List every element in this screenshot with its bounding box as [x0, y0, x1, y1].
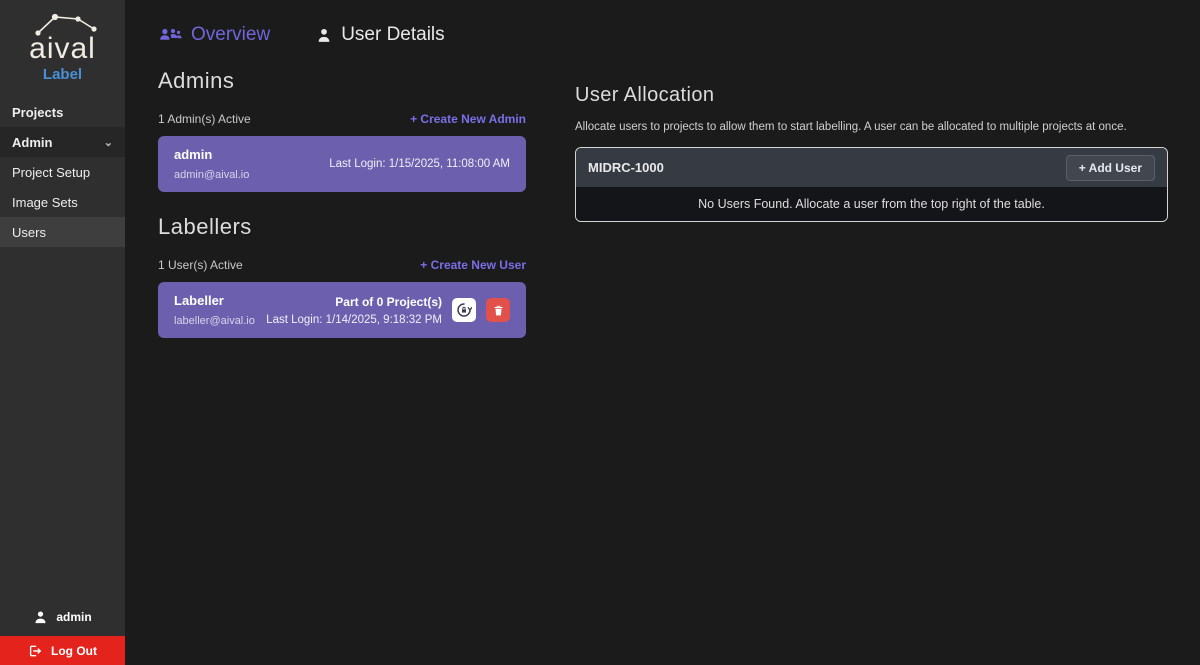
tab-label: User Details — [341, 24, 444, 46]
sidebar: aival Label Projects Admin ⌄ Project Set… — [0, 0, 125, 665]
admins-count: 1 Admin(s) Active — [158, 112, 251, 126]
labeller-last-login: Last Login: 1/14/2025, 9:18:32 PM — [266, 314, 442, 326]
users-column: Admins 1 Admin(s) Active + Create New Ad… — [158, 68, 526, 360]
labellers-title: Labellers — [158, 214, 526, 240]
content-area: Admins 1 Admin(s) Active + Create New Ad… — [158, 68, 1168, 360]
chevron-down-icon: ⌄ — [104, 136, 113, 149]
labeller-name: Labeller — [174, 293, 255, 308]
admins-toolbar: 1 Admin(s) Active + Create New Admin — [158, 112, 526, 126]
sidebar-item-users[interactable]: Users — [0, 217, 125, 247]
delete-user-button[interactable] — [486, 298, 510, 322]
logo-subtitle: Label — [0, 66, 125, 83]
add-user-button[interactable]: + Add User — [1066, 155, 1155, 181]
person-icon — [316, 27, 332, 44]
tab-overview[interactable]: Overview — [158, 24, 270, 46]
admin-email: admin@aival.io — [174, 169, 249, 181]
app-window: aival Label Projects Admin ⌄ Project Set… — [0, 0, 1200, 665]
labeller-identity: Labeller labeller@aival.io — [174, 293, 255, 327]
trash-icon — [492, 304, 505, 317]
allocation-title: User Allocation — [575, 84, 1168, 107]
logout-button[interactable]: Log Out — [0, 636, 125, 665]
people-icon — [158, 26, 182, 44]
allocation-empty-row: No Users Found. Allocate a user from the… — [576, 187, 1167, 221]
reset-password-icon — [456, 302, 472, 318]
sidebar-item-projects[interactable]: Projects — [0, 97, 125, 127]
sidebar-item-admin[interactable]: Admin ⌄ — [0, 127, 125, 157]
sidebar-item-label: Image Sets — [12, 195, 78, 210]
tab-label: Overview — [191, 24, 270, 46]
labeller-projects: Part of 0 Project(s) — [266, 295, 442, 309]
sidebar-item-label: Users — [12, 225, 46, 240]
project-name: MIDRC-1000 — [588, 160, 664, 175]
allocation-panel: User Allocation Allocate users to projec… — [575, 68, 1168, 222]
labeller-email: labeller@aival.io — [174, 315, 255, 327]
admin-last-login: Last Login: 1/15/2025, 11:08:00 AM — [329, 158, 510, 170]
admin-meta: Last Login: 1/15/2025, 11:08:00 AM — [329, 158, 510, 170]
logout-label: Log Out — [51, 644, 97, 658]
current-user: admin — [0, 598, 125, 636]
logo-text: aival — [0, 34, 125, 64]
labeller-meta: Part of 0 Project(s) Last Login: 1/14/20… — [266, 295, 510, 326]
sidebar-item-project-setup[interactable]: Project Setup — [0, 157, 125, 187]
admins-title: Admins — [158, 68, 526, 94]
sidebar-item-image-sets[interactable]: Image Sets — [0, 187, 125, 217]
labellers-toolbar: 1 User(s) Active + Create New User — [158, 258, 526, 272]
sidebar-nav: Projects Admin ⌄ Project Setup Image Set… — [0, 97, 125, 247]
sidebar-item-label: Admin — [12, 135, 52, 150]
sidebar-item-label: Projects — [12, 105, 63, 120]
allocation-description: Allocate users to projects to allow them… — [575, 121, 1168, 133]
admin-name: admin — [174, 147, 249, 162]
person-icon — [33, 610, 48, 625]
logout-icon — [28, 644, 42, 658]
current-user-name: admin — [56, 610, 91, 624]
main-content: Overview User Details Admins 1 Admin(s) … — [125, 0, 1200, 665]
admin-card[interactable]: admin admin@aival.io Last Login: 1/15/20… — [158, 136, 526, 192]
labellers-count: 1 User(s) Active — [158, 258, 243, 272]
create-admin-link[interactable]: + Create New Admin — [410, 112, 526, 126]
reset-password-button[interactable] — [452, 298, 476, 322]
allocation-table: MIDRC-1000 + Add User No Users Found. Al… — [575, 147, 1168, 222]
labeller-card[interactable]: Labeller labeller@aival.io Part of 0 Pro… — [158, 282, 526, 338]
app-logo: aival Label — [0, 0, 125, 83]
allocation-table-header: MIDRC-1000 + Add User — [576, 148, 1167, 187]
create-user-link[interactable]: + Create New User — [420, 258, 526, 272]
tab-user-details[interactable]: User Details — [316, 24, 444, 46]
tab-bar: Overview User Details — [158, 24, 1168, 46]
admin-identity: admin admin@aival.io — [174, 147, 249, 181]
sidebar-item-label: Project Setup — [12, 165, 90, 180]
labeller-meta-text: Part of 0 Project(s) Last Login: 1/14/20… — [266, 295, 442, 326]
